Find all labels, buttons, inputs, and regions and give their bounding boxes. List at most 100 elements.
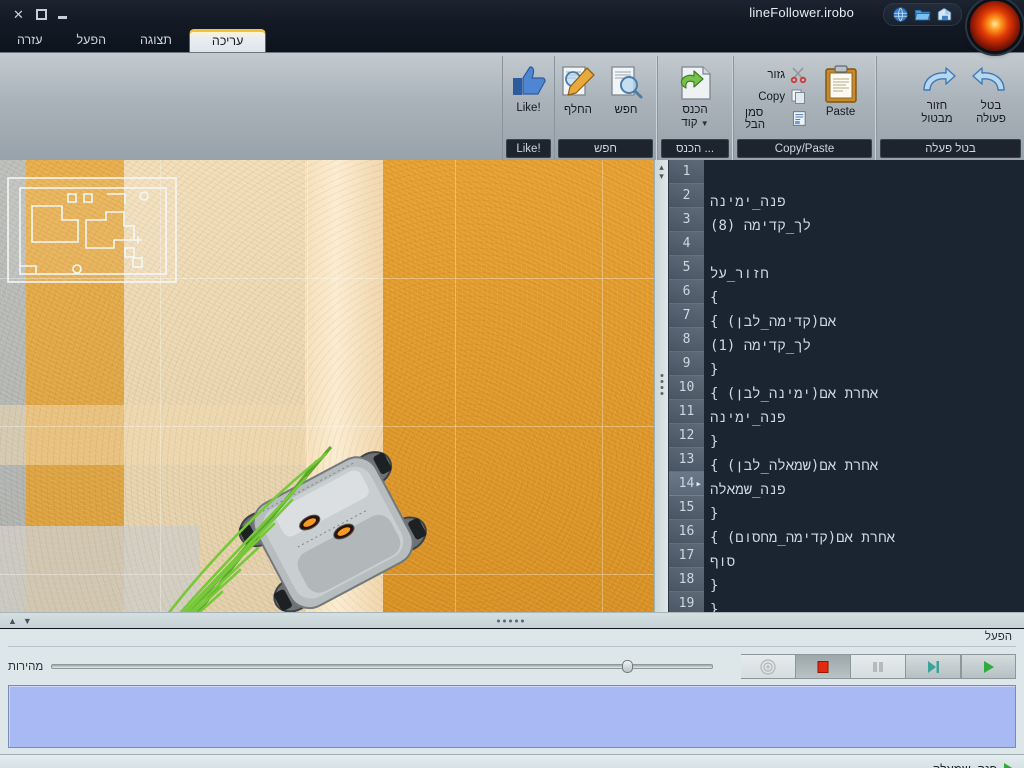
tab-run[interactable]: הפעל — [60, 29, 123, 52]
speed-slider-track — [51, 664, 713, 669]
output-console[interactable] — [8, 685, 1016, 748]
robot-simulation-viewport[interactable]: ▴ ▾ — [0, 160, 668, 612]
code-line[interactable]: חזור_על — [710, 262, 1010, 286]
code-line[interactable]: { — [710, 430, 1010, 454]
chevron-down-icon[interactable]: ▼ — [701, 119, 709, 128]
play-button[interactable] — [961, 654, 1016, 679]
minimize-icon[interactable] — [58, 15, 67, 19]
speed-label: מהירות — [8, 660, 44, 673]
line-number[interactable]: 10 — [669, 376, 704, 400]
insert-code-button[interactable]: הכנס קוד ▼ — [665, 61, 725, 133]
step-button[interactable] — [906, 654, 961, 679]
splitter-up-icon[interactable]: ▲ — [8, 616, 17, 626]
line-number[interactable]: 4 — [669, 232, 704, 256]
line-number[interactable]: 6 — [669, 280, 704, 304]
tab-edit[interactable]: עריכה — [188, 28, 267, 53]
code-editor[interactable]: פנה_ימינה לך_קדימה (8) חזור_על} אם(קדימה_ל… — [668, 160, 1024, 612]
splitter-grip[interactable] — [660, 374, 663, 395]
paste-button[interactable]: Paste — [813, 61, 868, 122]
line-number[interactable]: 15 — [669, 496, 704, 520]
ribbon-tab-bar: עריכה תצוגה הפעל עזרה — [0, 28, 1024, 53]
code-line[interactable]: { — [710, 358, 1010, 382]
code-line[interactable]: פנה_ימינה — [710, 406, 1010, 430]
line-number[interactable]: 18 — [669, 568, 704, 592]
replace-button[interactable]: החלף — [555, 61, 601, 120]
code-line[interactable]: פנה_ימינה — [710, 190, 1010, 214]
code-line[interactable]: { — [710, 502, 1010, 526]
cut-label: גזור — [767, 68, 786, 81]
line-number[interactable]: 2 — [669, 184, 704, 208]
find-button[interactable]: חפש — [603, 61, 649, 120]
stop-button[interactable] — [796, 654, 851, 679]
horizontal-splitter[interactable]: ▲ ▼ — [0, 612, 1024, 628]
robot-sprite[interactable] — [238, 450, 434, 612]
sim-vertical-splitter[interactable]: ▴ ▾ — [654, 160, 668, 612]
splitter-collapse-down-icon[interactable]: ▾ — [655, 172, 668, 181]
globe-icon[interactable] — [892, 6, 909, 23]
code-line[interactable]: לך_קדימה (8) — [710, 214, 1010, 238]
code-line[interactable]: אם(קדימה_לבן) } — [710, 310, 1010, 334]
code-text-area[interactable]: פנה_ימינה לך_קדימה (8) חזור_על} אם(קדימה_ל… — [704, 160, 1024, 612]
code-line[interactable] — [710, 166, 1010, 190]
speed-control: מהירות — [8, 659, 731, 675]
line-number[interactable]: 11 — [669, 400, 704, 424]
like-button[interactable]: Like! — [505, 61, 552, 118]
line-number[interactable]: 14 — [669, 472, 704, 496]
cut-button[interactable]: גזור — [741, 64, 811, 85]
tab-view[interactable]: תצוגה — [123, 29, 189, 52]
open-folder-icon[interactable] — [914, 6, 931, 23]
speed-slider-knob[interactable] — [621, 660, 633, 673]
splitter-arrows[interactable]: ▲ ▼ — [8, 616, 32, 626]
record-button[interactable] — [741, 654, 796, 679]
code-line[interactable]: אחרת אם(ימינה_לבן) } — [710, 382, 1010, 406]
line-number[interactable]: 9 — [669, 352, 704, 376]
code-line[interactable]: פנה_שמאלה — [710, 478, 1010, 502]
line-number[interactable]: 5 — [669, 256, 704, 280]
code-line[interactable]: { — [710, 598, 1010, 612]
ribbon-group-insert: הכנס קוד ▼ הכנס ... — [657, 56, 733, 160]
tab-edit-label: עריכה — [211, 33, 244, 48]
insert-code-label-2: קוד — [681, 117, 698, 130]
pause-button[interactable] — [851, 654, 906, 679]
redo-button[interactable]: חזור מבטול — [911, 61, 963, 129]
line-number[interactable]: 13 — [669, 448, 704, 472]
code-line[interactable]: { — [710, 574, 1010, 598]
close-icon[interactable]: ✕ — [12, 8, 25, 21]
line-number[interactable]: 16 — [669, 520, 704, 544]
line-number[interactable]: 7 — [669, 304, 704, 328]
code-line[interactable]: סוף — [710, 550, 1010, 574]
line-number[interactable]: 3 — [669, 208, 704, 232]
select-all-icon — [792, 111, 806, 126]
line-number[interactable]: 17 — [669, 544, 704, 568]
insert-code-label-1: הכנס — [682, 104, 708, 116]
like-label: Like! — [516, 102, 541, 114]
code-line[interactable]: } — [710, 286, 1010, 310]
code-line[interactable]: אחרת אם(קדימה_מחסום) } — [710, 526, 1010, 550]
line-number[interactable]: 19 — [669, 592, 704, 612]
code-line[interactable]: לך_קדימה (1) — [710, 334, 1010, 358]
maximize-icon[interactable] — [36, 8, 47, 20]
select-all-button[interactable]: סמן הבל — [741, 107, 811, 131]
save-icon[interactable] — [936, 6, 953, 23]
code-line[interactable]: אחרת אם(שמאלה_לבן) } — [710, 454, 1010, 478]
horizontal-splitter-grip[interactable] — [497, 619, 524, 622]
ribbon-toolbar: בטל פעולה חזור מבטול בטל פעלה Paste גזור… — [0, 52, 1024, 160]
main-area: ▴ ▾ פנה_ימינה לך_קדימה (8) חזור_על} אם(קדי… — [0, 160, 1024, 612]
line-number[interactable]: 12 — [669, 424, 704, 448]
quick-access-toolbar — [883, 3, 962, 26]
splitter-down-icon[interactable]: ▼ — [23, 616, 32, 626]
paste-label: Paste — [825, 106, 856, 118]
tab-help-label: עזרה — [17, 32, 43, 47]
line-number[interactable]: 1 — [669, 160, 704, 184]
line-number[interactable]: 8 — [669, 328, 704, 352]
playback-buttons — [741, 654, 1016, 679]
tab-help[interactable]: עזרה — [0, 29, 60, 52]
undo-button[interactable]: בטל פעולה — [965, 61, 1017, 129]
code-line[interactable] — [710, 238, 1010, 262]
run-panel: הפעל מהירות — [0, 628, 1024, 754]
app-orb-button[interactable] — [970, 1, 1020, 51]
speed-slider[interactable] — [51, 659, 713, 675]
grid-line-h2 — [0, 426, 668, 427]
copy-button[interactable]: Copy — [741, 86, 811, 107]
step-forward-icon — [928, 660, 939, 673]
